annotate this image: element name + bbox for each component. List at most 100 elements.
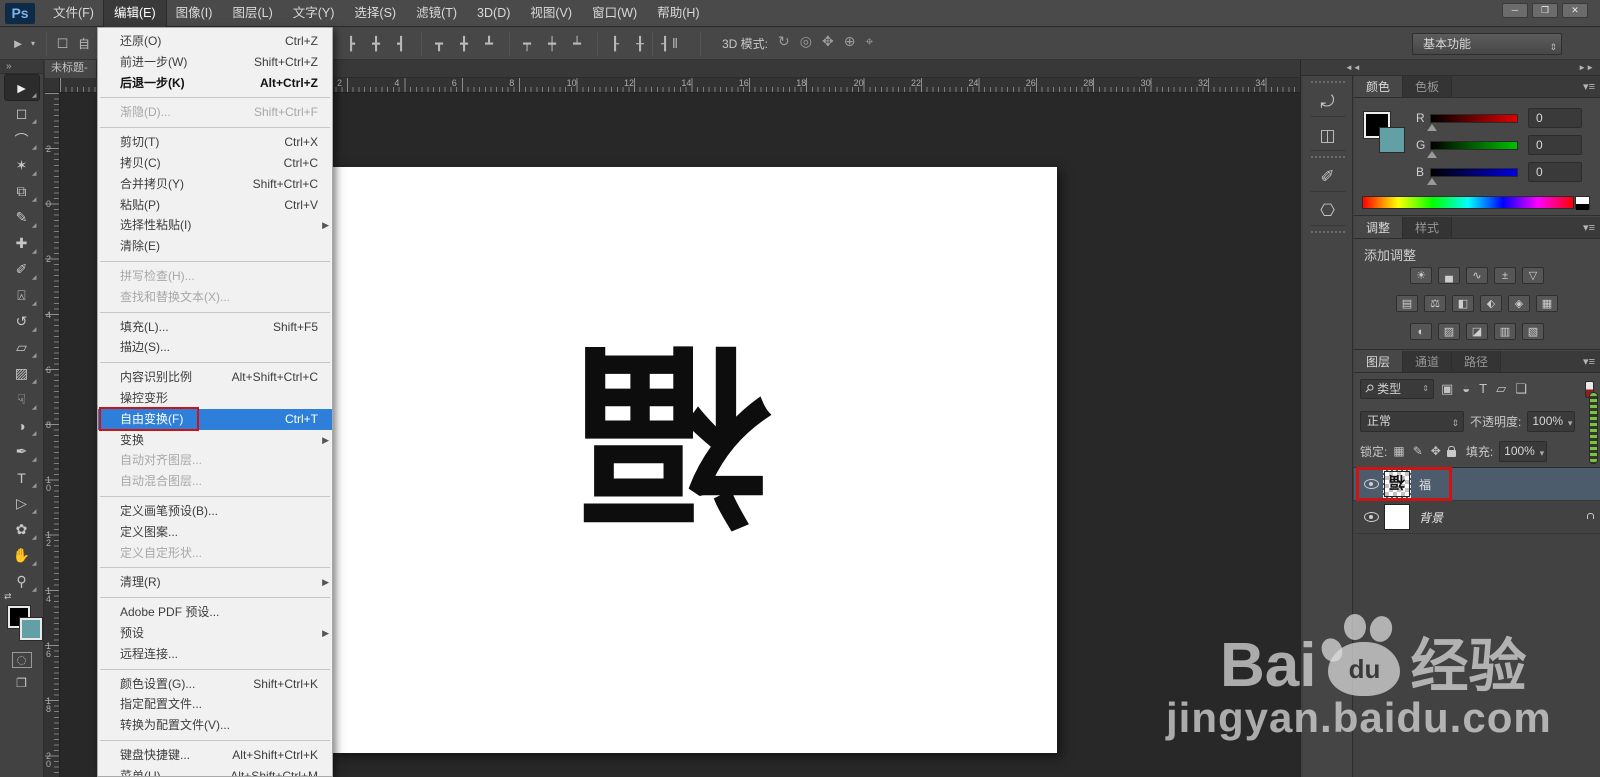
align-top-icon[interactable]: ┳ <box>428 36 450 52</box>
background-color-swatch[interactable] <box>19 617 43 641</box>
slider-thumb[interactable] <box>1427 150 1437 158</box>
edit-menu-item[interactable]: 填充(L)... Shift+F5 <box>98 317 332 338</box>
shape-tool[interactable]: ✿ ◢ <box>5 517 39 542</box>
distribute-top-icon[interactable]: ┯ <box>516 36 538 52</box>
menubar-item[interactable]: 文件(F) <box>43 0 104 27</box>
edit-menu-item[interactable]: 清理(R) ▶ <box>98 572 332 593</box>
edit-menu-item[interactable]: 操控变形 <box>98 388 332 409</box>
menubar-item[interactable]: 选择(S) <box>344 0 406 27</box>
swap-colors-icon[interactable]: ⇄ <box>4 591 12 602</box>
hue-saturation-icon[interactable]: ▤ <box>1396 295 1418 312</box>
history-brush-tool[interactable]: ↺ ◢ <box>5 309 39 334</box>
move-tool[interactable]: ► ◢ <box>3 74 40 101</box>
edit-menu-item[interactable]: 定义图案... <box>98 522 332 543</box>
filter-smart-object-icon[interactable]: ❏ <box>1515 381 1527 397</box>
menubar-item[interactable]: 编辑(E) <box>102 0 167 28</box>
align-right-icon[interactable]: ┫ <box>390 36 412 52</box>
hand-tool[interactable]: ✋ ◢ <box>5 543 39 568</box>
opacity-dropdown[interactable]: 100% ▾ <box>1527 410 1576 432</box>
levels-icon[interactable]: ▄ <box>1438 267 1460 284</box>
adjustments-tab[interactable]: 调整 <box>1354 217 1404 238</box>
menubar-item[interactable]: 视图(V) <box>520 0 582 27</box>
healing-brush-tool[interactable]: ✚ ◢ <box>5 231 39 256</box>
brightness-contrast-icon[interactable]: ☀ <box>1410 267 1432 284</box>
layer-row[interactable]: 背景 <box>1354 501 1600 534</box>
panel-menu-icon[interactable]: ▾≡ <box>1583 80 1595 93</box>
type-tool[interactable]: T ◢ <box>5 465 39 490</box>
marquee-tool[interactable]: ◻ ◢ <box>5 101 39 126</box>
color-balance-icon[interactable]: ⚖ <box>1424 295 1446 312</box>
brush-tool[interactable]: ✐ ◢ <box>5 257 39 282</box>
channel-value-field[interactable]: 0 <box>1528 162 1582 182</box>
channel-slider[interactable] <box>1427 113 1518 131</box>
edit-menu-item[interactable]: 前进一步(W) Shift+Ctrl+Z <box>98 52 332 73</box>
edit-menu-item[interactable]: 剪切(T) Ctrl+X <box>98 132 332 153</box>
selective-color-icon[interactable]: ▧ <box>1522 323 1544 340</box>
3d-panel-icon[interactable]: ⎔ <box>1309 196 1346 226</box>
toolbox-collapse-button[interactable]: » <box>0 60 43 74</box>
auto-select-checkbox[interactable]: ☐ <box>56 33 69 55</box>
layer-visibility-cell[interactable] <box>1358 479 1384 489</box>
edit-menu-item[interactable]: 远程连接... <box>98 644 332 665</box>
edit-menu-item[interactable]: 合并拷贝(Y) Shift+Ctrl+C <box>98 174 332 195</box>
eyedropper-tool[interactable]: ✎ ◢ <box>5 205 39 230</box>
close-button[interactable]: ✕ <box>1562 3 1588 18</box>
3d-roll-icon[interactable]: ◎ <box>800 33 812 50</box>
layer-thumbnail[interactable]: 福 <box>1383 470 1411 498</box>
3d-slide-icon[interactable]: ⊕ <box>844 33 856 50</box>
lock-all-icon[interactable] <box>1446 445 1456 457</box>
menubar-item[interactable]: 滤镜(T) <box>406 0 467 27</box>
eye-icon[interactable] <box>1363 512 1379 522</box>
move-tool-option-icon[interactable]: ► <box>8 33 28 55</box>
edit-menu-item[interactable]: 内容识别比例 Alt+Shift+Ctrl+C <box>98 367 332 388</box>
crop-tool[interactable]: ⧉ ◢ <box>5 179 39 204</box>
edit-menu-item[interactable]: 变换 ▶ <box>98 430 332 451</box>
invert-icon[interactable]: ◐ <box>1410 323 1432 340</box>
lasso-tool[interactable]: ⌒ ◢ <box>5 127 39 152</box>
menubar-item[interactable]: 图层(L) <box>222 0 282 27</box>
exposure-icon[interactable]: ± <box>1494 267 1516 284</box>
canvas[interactable]: 福 <box>333 167 1057 753</box>
edit-menu-item[interactable]: 选择性粘贴(I) ▶ <box>98 215 332 236</box>
color-lookup-icon[interactable]: ▦ <box>1536 295 1558 312</box>
quick-mask-button[interactable] <box>11 652 32 668</box>
edit-menu-item[interactable]: Adobe PDF 预设... <box>98 602 332 623</box>
color-spectrum-bar[interactable] <box>1362 196 1574 209</box>
edit-menu-item[interactable]: 键盘快捷键... Alt+Shift+Ctrl+K <box>98 745 332 766</box>
align-left-icon[interactable]: ┣ <box>340 36 362 52</box>
threshold-icon[interactable]: ◪ <box>1466 323 1488 340</box>
path-select-tool[interactable]: ▷ ◢ <box>5 491 39 516</box>
layer-name[interactable]: 福 <box>1419 476 1431 493</box>
curves-icon[interactable]: ∿ <box>1466 267 1488 284</box>
edit-menu-item[interactable]: 菜单(U)... Alt+Shift+Ctrl+M <box>98 766 332 776</box>
edit-menu-item[interactable]: 指定配置文件... <box>98 694 332 715</box>
lock-position-icon[interactable]: ✥ <box>1431 444 1441 458</box>
dodge-tool[interactable]: ◑ ◢ <box>5 413 39 438</box>
align-middle-icon[interactable]: ╋ <box>453 36 475 52</box>
filter-pixel-icon[interactable]: ▣ <box>1441 381 1453 397</box>
lock-pixels-icon[interactable]: ✎ <box>1413 444 1423 458</box>
slider-thumb[interactable] <box>1427 177 1437 185</box>
channel-value-field[interactable]: 0 <box>1528 135 1582 155</box>
channel-slider[interactable] <box>1427 167 1518 185</box>
filter-adjustment-icon[interactable]: ◒ <box>1462 381 1470 397</box>
channel-value-field[interactable]: 0 <box>1528 108 1582 128</box>
menubar-item[interactable]: 窗口(W) <box>582 0 647 27</box>
posterize-icon[interactable]: ▨ <box>1438 323 1460 340</box>
vibrance-icon[interactable]: ▽ <box>1522 267 1544 284</box>
layer-thumbnail[interactable] <box>1384 504 1410 530</box>
filter-shape-icon[interactable]: ▱ <box>1496 381 1506 397</box>
expand-panels-icon[interactable]: ►► <box>1578 60 1594 75</box>
layers-tab[interactable]: 图层 <box>1354 351 1404 372</box>
magic-wand-tool[interactable]: ✶ ◢ <box>5 153 39 178</box>
layer-filter-type-dropdown[interactable]: ⚲ 类型 ⇕ <box>1360 379 1434 399</box>
adjustments-tab[interactable]: 样式 <box>1403 217 1453 238</box>
tool-preset-dropdown-icon[interactable]: ▾ <box>28 33 38 55</box>
edit-menu-item[interactable]: 颜色设置(G)... Shift+Ctrl+K <box>98 674 332 695</box>
menubar-item[interactable]: 帮助(H) <box>647 0 709 27</box>
vertical-ruler[interactable]: 2 0 2 4 6 8 1 0 1 2 1 4 1 6 1 8 2 0 <box>44 93 60 777</box>
photo-filter-icon[interactable]: ⬖ <box>1480 295 1502 312</box>
smudge-tool[interactable]: ☟ ◢ <box>5 387 39 412</box>
3d-scale-icon[interactable]: ⌖ <box>865 33 873 50</box>
menubar-item[interactable]: 图像(I) <box>166 0 223 27</box>
